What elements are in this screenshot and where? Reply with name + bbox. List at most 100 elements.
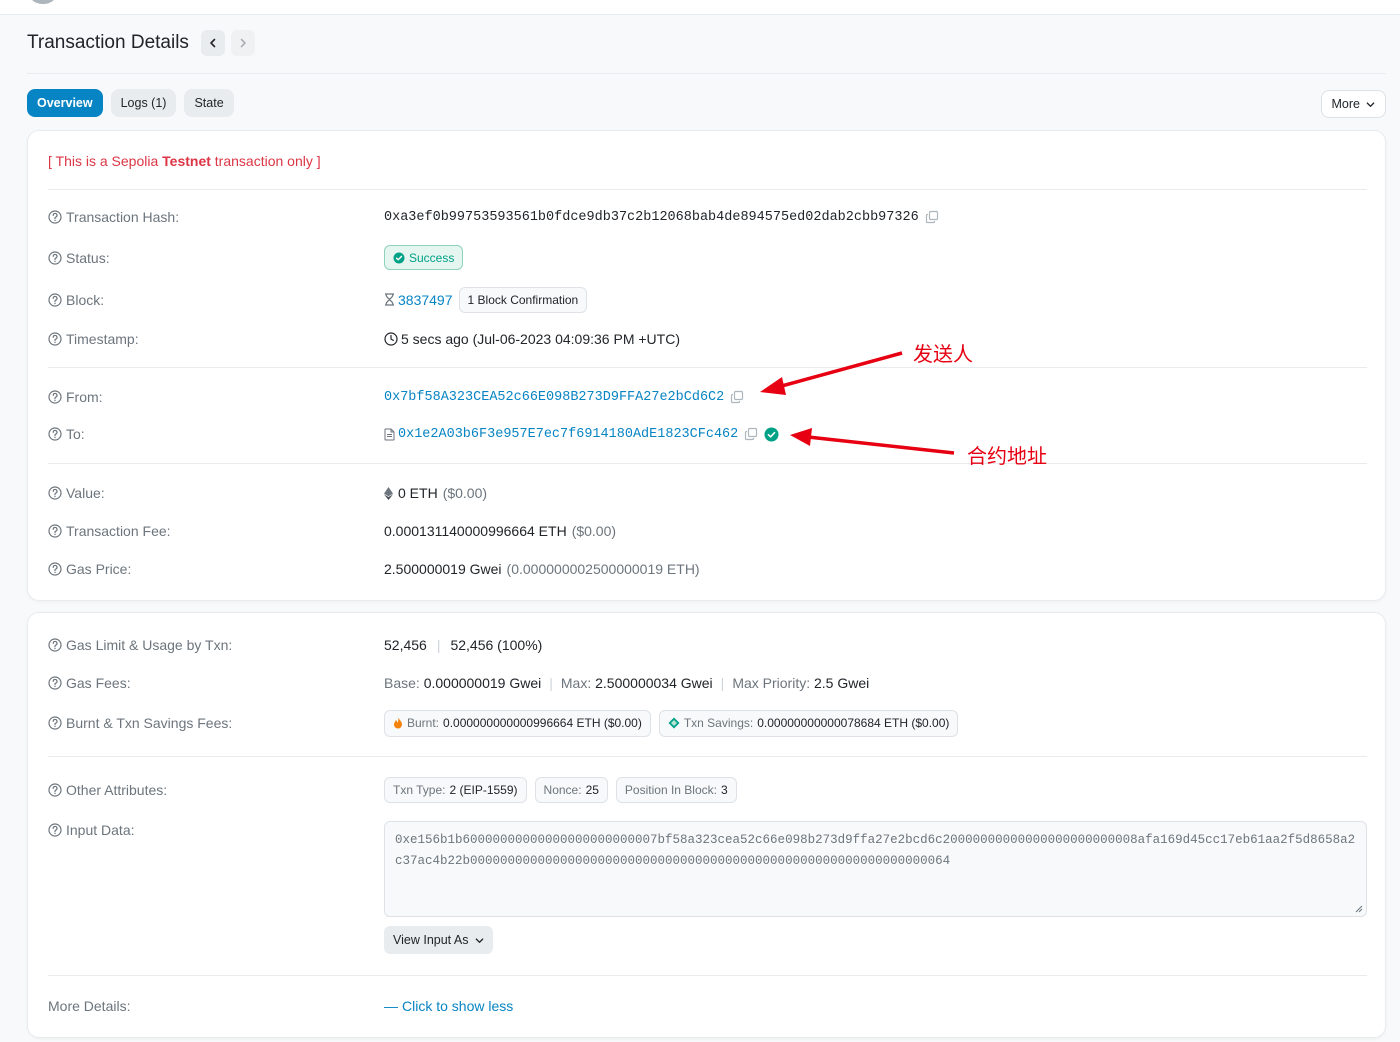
copy-icon[interactable]: [730, 390, 744, 404]
gas-limit-label: Gas Limit & Usage by Txn:: [66, 637, 233, 653]
row-gas-price: Gas Price: 2.500000019 Gwei (0.000000002…: [48, 559, 1367, 579]
max-fee-key: Max:: [560, 675, 592, 691]
contract-file-icon: [384, 428, 395, 440]
status-label: Status:: [66, 249, 110, 266]
input-data-value: 0xe156b1b60000000000000000000000007bf58a…: [395, 833, 1356, 868]
notice-suffix: transaction only ]: [210, 153, 321, 169]
row-gas-limit: Gas Limit & Usage by Txn: 52,456 | 52,45…: [48, 635, 1367, 655]
view-input-as-label: View Input As: [393, 933, 469, 947]
transaction-hash-label: Transaction Hash:: [66, 209, 180, 225]
question-circle-icon[interactable]: [48, 427, 62, 441]
divider: [48, 367, 1367, 368]
position-in-block-badge: Position In Block: 3: [615, 777, 737, 803]
row-transaction-hash: Transaction Hash: 0xa3ef0b99753593561b0f…: [48, 207, 1367, 227]
gas-usage-value: 52,456 (100%): [450, 637, 543, 653]
view-input-as-button[interactable]: View Input As: [384, 926, 493, 954]
question-circle-icon[interactable]: [48, 783, 62, 797]
question-circle-icon[interactable]: [48, 292, 62, 307]
question-circle-icon[interactable]: [48, 638, 62, 652]
question-circle-icon[interactable]: [48, 486, 62, 500]
verified-check-icon[interactable]: [764, 427, 779, 442]
more-button-label: More: [1331, 97, 1360, 111]
to-label: To:: [66, 426, 85, 442]
txn-type-badge: Txn Type: 2 (EIP-1559): [384, 777, 527, 803]
chevron-left-icon: [210, 38, 216, 48]
divider: [48, 189, 1367, 190]
annotation-contract-address: 合约地址: [967, 444, 1047, 468]
timestamp-value: 5 secs ago (Jul-06-2023 04:09:36 PM +UTC…: [401, 331, 680, 347]
tab-state[interactable]: State: [184, 89, 234, 117]
title-row: Transaction Details: [27, 30, 261, 56]
fire-icon: [394, 717, 402, 729]
overview-card: [ This is a Sepolia Testnet transaction …: [27, 130, 1386, 601]
chevron-down-icon: [1366, 101, 1375, 107]
question-circle-icon[interactable]: [48, 390, 62, 404]
gas-price-eth: (0.000000002500000019 ETH): [506, 561, 700, 577]
page-title: Transaction Details: [27, 32, 189, 53]
base-fee-key: Base:: [384, 675, 420, 691]
more-details-label: More Details:: [48, 998, 131, 1014]
to-contract-address-link[interactable]: 0x1e2A03b6F3e957E7ec7f6914180AdE1823CFc4…: [398, 427, 738, 442]
question-circle-icon[interactable]: [48, 562, 62, 576]
check-circle-icon: [393, 252, 405, 263]
gas-details-card: Gas Limit & Usage by Txn: 52,456 | 52,45…: [27, 612, 1386, 1038]
copy-icon[interactable]: [925, 210, 939, 224]
value-amount: 0 ETH: [398, 485, 438, 501]
show-less-text: Click to show less: [402, 998, 514, 1014]
chevron-down-icon: [475, 937, 483, 943]
row-status: Status: Success: [48, 244, 1367, 271]
question-circle-icon[interactable]: [48, 716, 62, 730]
row-timestamp: Timestamp: 5 secs ago (Jul-06-2023 04:09…: [48, 329, 1367, 349]
show-less-link[interactable]: — Click to show less: [384, 998, 513, 1014]
input-data-textarea[interactable]: 0xe156b1b60000000000000000000000007bf58a…: [384, 821, 1367, 917]
tab-logs[interactable]: Logs (1): [110, 89, 177, 117]
input-data-label: Input Data:: [66, 822, 135, 838]
question-circle-icon[interactable]: [48, 823, 62, 837]
annotation-sender: 发送人: [913, 342, 973, 366]
burnt-savings-label: Burnt & Txn Savings Fees:: [66, 715, 233, 731]
row-value: Value: 0 ETH ($0.00): [48, 483, 1367, 503]
notice-strong: Testnet: [162, 153, 211, 169]
clock-icon: [384, 332, 398, 346]
tab-overview[interactable]: Overview: [27, 89, 103, 117]
chevron-right-icon: [240, 38, 246, 48]
from-label: From:: [66, 389, 103, 405]
transaction-fee-amount: 0.000131140000996664 ETH: [384, 523, 567, 539]
value-usd: ($0.00): [442, 485, 488, 501]
question-circle-icon[interactable]: [48, 676, 62, 690]
resize-handle-icon[interactable]: [1355, 905, 1363, 913]
row-other-attributes: Other Attributes: Txn Type: 2 (EIP-1559) …: [48, 777, 1367, 803]
block-label: Block:: [66, 291, 105, 308]
next-transaction-button[interactable]: [230, 30, 255, 56]
question-circle-icon[interactable]: [48, 250, 62, 265]
max-priority-key: Max Priority:: [732, 675, 811, 691]
max-priority-value: 2.5 Gwei: [814, 675, 870, 691]
row-block: Block: 3837497 1 Block Confirmation: [48, 286, 1367, 313]
row-gas-fees: Gas Fees: Base: 0.000000019 Gwei | Max: …: [48, 673, 1367, 693]
burnt-key: Burnt:: [407, 716, 440, 730]
other-attributes-label: Other Attributes:: [66, 782, 168, 798]
question-circle-icon[interactable]: [48, 332, 62, 346]
gas-price-label: Gas Price:: [66, 561, 132, 577]
row-to: To: 0x1e2A03b6F3e957E7ec7f6914180AdE1823…: [48, 424, 1367, 444]
question-circle-icon[interactable]: [48, 210, 62, 224]
top-bar: [0, 0, 1400, 15]
copy-icon[interactable]: [744, 427, 758, 441]
ethereum-icon: [384, 486, 393, 500]
base-fee-value: 0.000000019 Gwei: [423, 675, 542, 691]
more-dropdown-button[interactable]: More: [1320, 90, 1386, 118]
status-badge: Success: [384, 245, 464, 270]
avatar[interactable]: [30, 0, 56, 4]
previous-transaction-button[interactable]: [200, 30, 225, 56]
from-address-link[interactable]: 0x7bf58A323CEA52c66E098B273D9FFA27e2bCd6…: [384, 390, 724, 405]
max-fee-value: 2.500000034 Gwei: [595, 675, 713, 691]
question-circle-icon[interactable]: [48, 524, 62, 538]
divider: [48, 463, 1367, 464]
txn-savings-badge: Txn Savings: 0.00000000000078684 ETH ($0…: [658, 709, 959, 737]
hourglass-icon: [385, 293, 394, 306]
burnt-value: 0.000000000000996664 ETH ($0.00): [443, 716, 642, 730]
block-number-link[interactable]: 3837497: [398, 292, 453, 308]
transaction-fee-usd: ($0.00): [571, 523, 617, 539]
nonce-badge: Nonce: 25: [534, 777, 608, 803]
block-confirmation-badge: 1 Block Confirmation: [458, 286, 588, 313]
